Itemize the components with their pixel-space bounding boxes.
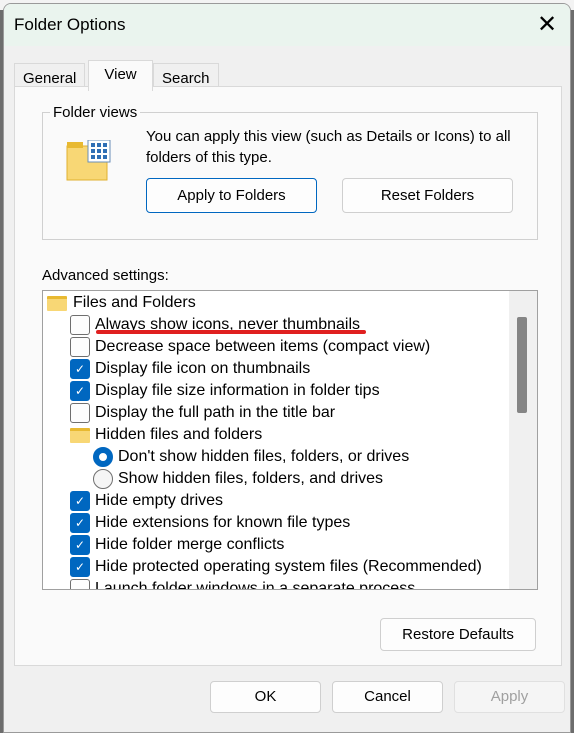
advanced-settings-label: Advanced settings:: [42, 267, 169, 284]
scrollbar[interactable]: [509, 291, 537, 589]
folder-icon: [70, 428, 90, 443]
red-underline-annotation: [96, 330, 366, 334]
item-label: Hide extensions for known file types: [95, 514, 351, 531]
checkbox[interactable]: ✓: [70, 513, 90, 533]
radio-button[interactable]: [93, 447, 113, 467]
view-tab-panel: Folder views You can apply this view (su…: [14, 86, 562, 666]
scrollbar-thumb[interactable]: [517, 317, 527, 413]
checkbox[interactable]: ✓: [70, 381, 90, 401]
reset-folders-button[interactable]: Reset Folders: [342, 178, 513, 213]
item-label: Hide protected operating system files (R…: [95, 558, 482, 575]
apply-button[interactable]: Apply: [454, 681, 565, 713]
tab-view[interactable]: View: [88, 60, 153, 91]
ok-button[interactable]: OK: [210, 681, 321, 713]
item-label: Decrease space between items (compact vi…: [95, 338, 431, 355]
cancel-button[interactable]: Cancel: [332, 681, 443, 713]
title-bar: Folder Options ✕: [4, 4, 570, 46]
item-label: Files and Folders: [73, 294, 196, 311]
folder-views-label: Folder views: [50, 104, 141, 121]
item-label: Don't show hidden files, folders, or dri…: [118, 448, 410, 465]
folder-views-group: Folder views You can apply this view (su…: [42, 104, 538, 240]
folder-options-dialog: Folder Options ✕ General View Search Fol…: [3, 3, 571, 733]
advanced-settings-list[interactable]: Files and Folders Always show icons, neve…: [42, 290, 538, 590]
folder-view-icon: [66, 140, 111, 181]
item-label: Launch folder windows in a separate proc…: [95, 580, 416, 590]
item-label: Hide empty drives: [95, 492, 224, 509]
item-label: Show hidden files, folders, and drives: [118, 470, 384, 487]
item-label: Display file icon on thumbnails: [95, 360, 311, 377]
restore-defaults-button[interactable]: Restore Defaults: [380, 618, 536, 651]
apply-to-folders-button[interactable]: Apply to Folders: [146, 178, 317, 213]
radio-button[interactable]: [93, 469, 113, 489]
checkbox[interactable]: [70, 579, 90, 589]
checkbox[interactable]: ✓: [70, 557, 90, 577]
close-icon[interactable]: ✕: [534, 12, 560, 38]
dialog-title: Folder Options: [14, 15, 126, 34]
folder-icon: [47, 296, 67, 311]
checkbox[interactable]: [70, 315, 90, 335]
checkbox[interactable]: [70, 337, 90, 357]
checkbox[interactable]: ✓: [70, 491, 90, 511]
item-label: Display the full path in the title bar: [95, 404, 336, 421]
item-label: Hide folder merge conflicts: [95, 536, 285, 553]
item-label: Hidden files and folders: [95, 426, 263, 443]
checkbox[interactable]: ✓: [70, 535, 90, 555]
folder-views-description: You can apply this view (such as Details…: [146, 128, 511, 166]
item-label: Display file size information in folder …: [95, 382, 380, 399]
checkbox[interactable]: [70, 403, 90, 423]
checkbox[interactable]: ✓: [70, 359, 90, 379]
